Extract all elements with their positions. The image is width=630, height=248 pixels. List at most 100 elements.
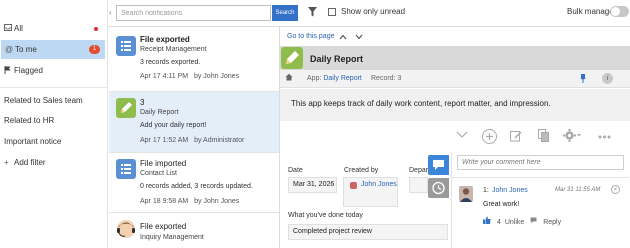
sidebar-item-label: Related to HR [4,116,55,125]
chevron-down-icon[interactable] [355,32,363,42]
notification-app: Receipt Management [140,46,207,53]
bulk-manage-label: Bulk manage [567,7,614,16]
sidebar-item-label: Important notice [4,137,62,146]
sidebar-item-to-me[interactable]: @ To me 1 [1,40,105,59]
reply-icon [528,217,539,226]
notification-meta: Apr 17 4:11 PM by John Jones [140,73,239,80]
notification-app: Contact List [140,170,177,177]
sidebar-item-label: Add filter [14,158,46,167]
sidebar-item-flagged[interactable]: Flagged [0,61,107,80]
show-unread-checkbox[interactable] [328,8,336,16]
comment-actions: 4 Unlike Reply [483,216,565,226]
notification-meta: Apr 18 9:58 AM by John Jones [140,198,239,205]
bulk-manage-toggle[interactable] [610,6,629,17]
notification-message: 3 records exported. [140,59,201,66]
notification-title: File imported [140,159,187,168]
comment-body: Great work! [483,201,520,208]
breadcrumb-app-link[interactable]: Daily Report [323,75,362,82]
search-input[interactable] [116,5,271,21]
comment-timestamp: Mar 31 11:55 AM [555,187,601,193]
like-count: 4 [496,219,501,226]
unread-dot-icon [94,26,98,31]
comment-author-link[interactable]: John Jones [492,187,528,194]
unlike-button[interactable]: Unlike [505,219,524,226]
department-label: Depar [409,167,429,174]
created-by-user-link[interactable]: John Jones [361,180,397,189]
sidebar-item-label: Flagged [14,66,43,75]
edit-icon[interactable] [510,130,522,145]
avatar [459,186,473,202]
collapse-sidebar-icon[interactable]: ‹ [109,7,115,19]
chevron-up-icon[interactable] [339,32,347,42]
done-today-value: Completed project review [288,224,448,240]
notification-author: by John Jones [194,198,240,205]
sidebar-item-related-sales[interactable]: Related to Sales team [0,91,107,110]
sidebar-item-related-hr[interactable]: Related to HR [0,111,107,130]
app-list-icon [116,36,136,56]
sidebar-item-label: To me [15,45,37,54]
add-record-icon[interactable] [482,129,497,147]
notification-app: Inquiry Management [140,234,204,241]
notification-item[interactable]: File exported Receipt Management 3 recor… [109,27,279,92]
notification-title: 3 [140,98,145,107]
app-description: This app keeps track of daily work conte… [291,99,551,108]
date-field-value: Mar 31, 2026 [288,177,337,193]
add-filter-button[interactable]: + Add filter [0,153,107,172]
comment-number: 1: [483,187,489,194]
duplicate-icon[interactable] [538,129,549,145]
thumbs-up-icon[interactable] [483,216,493,226]
search-button[interactable]: Search [272,5,298,21]
flag-icon [4,65,14,76]
delete-comment-icon[interactable]: × [611,185,620,194]
notification-message: Add your daily report! [140,122,207,129]
goto-page-link[interactable]: Go to this page [287,33,334,40]
app-pencil-icon [116,98,136,118]
at-icon: @ [5,45,14,54]
filter-icon[interactable] [308,7,317,17]
home-icon[interactable] [285,73,293,83]
notification-title: File exported [140,35,190,44]
breadcrumb-app: App: Daily Report [307,75,362,82]
comments-tab[interactable] [428,155,449,175]
reply-button[interactable]: Reply [543,219,561,226]
info-icon[interactable]: i [602,73,613,84]
notification-item[interactable]: File exported Inquiry Management [109,213,279,248]
plus-icon: + [4,158,9,167]
inbox-icon [4,24,14,33]
support-agent-icon [116,219,136,239]
sidebar-divider [0,87,107,88]
gear-icon[interactable] [563,129,581,145]
notification-title: File exported [140,222,187,231]
notification-author: by Administrator [194,137,245,144]
notification-item-selected[interactable]: 3 Daily Report Add your daily report! Ap… [109,92,279,153]
sidebar-item-all[interactable]: All [0,19,107,38]
sidebar-item-label: Related to Sales team [4,96,83,105]
notification-time: Apr 17 4:11 PM [140,73,189,80]
app-pencil-icon [281,47,303,69]
sidebar: All @ To me 1 Flagged Related to Sales t… [0,0,108,248]
notification-meta: Apr 17 1:52 AM by Administrator [140,137,244,144]
comment-divider [452,177,629,178]
created-by-label: Created by [344,167,379,174]
notification-item[interactable]: File imported Contact List 0 records add… [109,153,279,213]
notification-time: Apr 18 9:58 AM [140,198,189,205]
app-title: Daily Report [310,54,364,64]
notification-author: by John Jones [193,73,240,80]
notification-time: Apr 17 1:52 AM [140,137,189,144]
notification-message: 0 records added, 3 records updated. [140,183,253,190]
unread-count-badge: 1 [89,45,100,54]
more-options-icon[interactable] [598,131,611,142]
breadcrumb-record: Record: 3 [371,75,402,82]
done-today-label: What you've done today [288,212,363,219]
chevron-down-icon[interactable] [456,131,468,142]
breadcrumb-app-prefix: App: [307,75,322,82]
show-unread-label: Show only unread [341,7,406,16]
comment-input[interactable] [457,155,624,170]
sidebar-item-important-notice[interactable]: Important notice [0,132,107,151]
pin-icon[interactable] [580,74,586,85]
app-list-icon [116,159,136,179]
toggle-knob [611,7,620,16]
history-tab[interactable] [428,178,449,198]
department-value [409,177,428,193]
date-field-label: Date [288,167,303,174]
